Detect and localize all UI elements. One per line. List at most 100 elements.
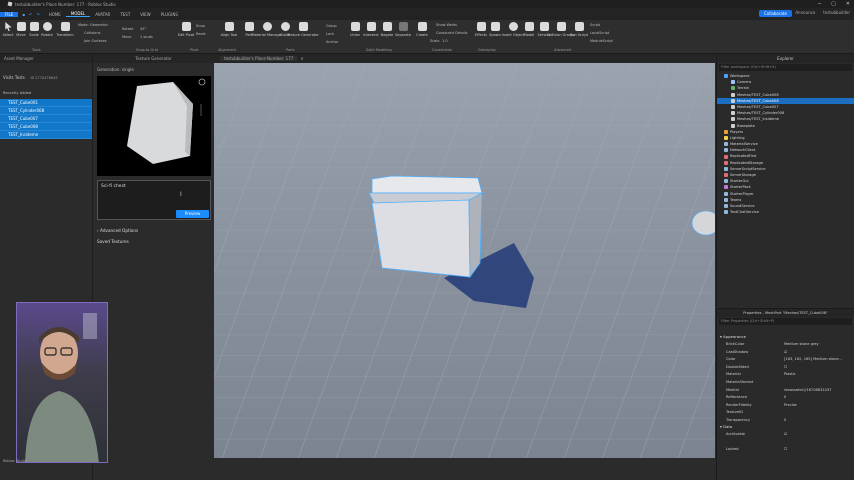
pivot-icon xyxy=(181,22,191,31)
constraint-details-toggle[interactable]: Constraint Details xyxy=(436,31,467,35)
redo-icon[interactable]: ↷ xyxy=(36,12,39,17)
rotate-tool[interactable]: Rotate xyxy=(40,22,54,37)
create-constraint-button[interactable]: Create xyxy=(415,22,429,37)
parts-group-label: Parts xyxy=(286,48,295,52)
anchor-button[interactable]: Anchor xyxy=(326,40,338,44)
asset-list-item[interactable]: TEST_Insideme xyxy=(0,131,92,139)
localscript-button[interactable]: LocalScript xyxy=(590,31,609,35)
property-value[interactable]: ☐ xyxy=(784,447,787,451)
minimize-button[interactable]: ─ xyxy=(818,1,821,7)
prompt-textarea[interactable]: Sci-fi chest I Preview xyxy=(97,180,211,220)
property-value[interactable]: ☑ xyxy=(784,350,787,354)
transform-tool[interactable]: Transform xyxy=(56,22,74,37)
asset-list-item[interactable]: TEST_Cube001 xyxy=(0,99,92,107)
property-value[interactable]: Plastic xyxy=(784,372,796,376)
property-value[interactable]: Precise xyxy=(784,403,797,407)
property-value[interactable]: ☐ xyxy=(784,365,787,369)
rotate-icon xyxy=(42,22,52,31)
explorer-item-label: TextChatService xyxy=(730,210,759,215)
texture-generator-tab[interactable]: Texture Generator xyxy=(93,54,214,63)
select-tool[interactable]: Select xyxy=(1,22,15,37)
tab-plugins[interactable]: PLUGINS xyxy=(156,12,183,17)
explorer-item-icon xyxy=(724,204,728,209)
constraint-scale-input[interactable]: 1.0 xyxy=(442,39,448,43)
data-section[interactable]: ▾ Data xyxy=(720,424,732,429)
lock-button[interactable]: Lock xyxy=(326,32,334,36)
property-value[interactable]: ☑ xyxy=(784,432,787,436)
preview-button[interactable]: Preview xyxy=(176,210,209,218)
appearance-section[interactable]: ▾ Appearance xyxy=(720,334,746,339)
close-tab-icon[interactable]: ✕ xyxy=(300,56,303,61)
asset-manager-tab[interactable]: Asset Manager xyxy=(0,54,92,63)
text-cursor-icon: I xyxy=(180,191,182,198)
intersect-icon xyxy=(366,22,376,31)
spawn-button[interactable]: Spawn xyxy=(488,22,502,37)
snap-pivot-button[interactable]: Snap xyxy=(196,24,205,28)
snap-group-label: Snap to Grid xyxy=(136,48,158,52)
folder-title: Visits Tests xyxy=(3,75,25,80)
tab-avatar[interactable]: AVATAR xyxy=(90,12,115,17)
align-tool-button[interactable]: Align Tool xyxy=(221,22,237,37)
move-snap-input[interactable]: 1 studs xyxy=(140,35,153,39)
close-button[interactable]: ✕ xyxy=(846,1,850,7)
run-script-button[interactable]: Run Script xyxy=(570,22,588,37)
property-name: Color xyxy=(726,357,736,362)
property-value[interactable]: 0 xyxy=(784,395,786,399)
effects-button[interactable]: Effects xyxy=(474,22,488,37)
property-value[interactable]: rbxassetid://16708831037 xyxy=(784,388,832,392)
file-menu[interactable]: FILE xyxy=(0,11,19,17)
edit-pivot-button[interactable]: Edit Pivot xyxy=(178,22,194,37)
rotate-snap-input[interactable]: 45° xyxy=(140,27,146,31)
save-icon[interactable]: ▪ xyxy=(22,12,25,17)
modulescript-button[interactable]: ModuleScript xyxy=(590,39,613,43)
explorer-item-icon xyxy=(724,135,728,140)
advanced-options-toggle[interactable]: › Advanced Options xyxy=(97,228,138,233)
announce-link[interactable]: Announce xyxy=(795,10,815,15)
tab-test[interactable]: TEST xyxy=(115,12,135,17)
insert-object-button[interactable]: Insert Object xyxy=(502,22,524,37)
texture-generator-button[interactable]: Texture Generator xyxy=(287,22,319,37)
collisions-toggle[interactable]: Collisions xyxy=(84,31,100,35)
collision-groups-button[interactable]: Collision Groups xyxy=(547,22,575,37)
tab-model[interactable]: MODEL xyxy=(65,11,91,17)
undo-icon[interactable]: ↶ xyxy=(29,12,32,17)
explorer-item-icon xyxy=(724,74,728,79)
show-welds-toggle[interactable]: Show Welds xyxy=(436,23,457,27)
tab-home[interactable]: HOME xyxy=(44,12,66,17)
reset-pivot-button[interactable]: Reset xyxy=(196,32,206,36)
scale-tool[interactable]: Scale xyxy=(27,22,41,37)
explorer-filter-input[interactable]: Filter workspace (Ctrl+Shift+X) xyxy=(719,64,852,71)
align-icon xyxy=(224,22,234,31)
material-manager-button[interactable]: Material Manager xyxy=(252,22,282,37)
model-button[interactable]: Model xyxy=(522,22,536,37)
script-button[interactable]: Script xyxy=(590,23,600,27)
explorer-item-icon xyxy=(731,86,735,91)
mode-select[interactable]: Geometric xyxy=(90,23,108,27)
user-menu[interactable]: testubbuilder xyxy=(823,10,850,15)
union-button[interactable]: Union xyxy=(348,22,362,37)
properties-filter-input[interactable]: Filter Properties (Ctrl+Shift+P) xyxy=(719,318,852,325)
negate-button[interactable]: Negate xyxy=(380,22,394,37)
group-button[interactable]: Group xyxy=(326,24,337,28)
join-surfaces-toggle[interactable]: Join Surfaces xyxy=(84,39,107,43)
intersect-button[interactable]: Intersect xyxy=(363,22,379,37)
explorer-item-icon xyxy=(724,173,728,178)
property-value[interactable]: [163, 162, 165] Medium stone... xyxy=(784,357,842,361)
move-tool[interactable]: Move xyxy=(14,22,28,37)
explorer-item-icon xyxy=(731,80,735,85)
asset-list-item[interactable]: TEST_Cube008 xyxy=(0,123,92,131)
tab-view[interactable]: VIEW xyxy=(135,12,155,17)
separate-button[interactable]: Separate xyxy=(395,22,411,37)
maximize-button[interactable]: ▢ xyxy=(831,1,836,7)
place-tab[interactable]: testubbuilder's Place Number: 177 xyxy=(220,56,298,61)
collaborate-button[interactable]: Collaborate xyxy=(758,10,792,17)
mesh-preview[interactable] xyxy=(97,76,211,176)
explorer-item[interactable]: TextChatService xyxy=(717,209,854,215)
asset-list-item[interactable]: TEST_Cylinder008 xyxy=(0,107,92,115)
constraints-group-label: Constraints xyxy=(432,48,452,52)
window-controls: ─ ▢ ✕ xyxy=(818,1,850,7)
asset-list-item[interactable]: TEST_Cube007 xyxy=(0,115,92,123)
property-value[interactable]: 0 xyxy=(784,418,786,422)
3d-viewport[interactable] xyxy=(214,63,715,458)
property-value[interactable]: Medium stone grey xyxy=(784,342,819,346)
